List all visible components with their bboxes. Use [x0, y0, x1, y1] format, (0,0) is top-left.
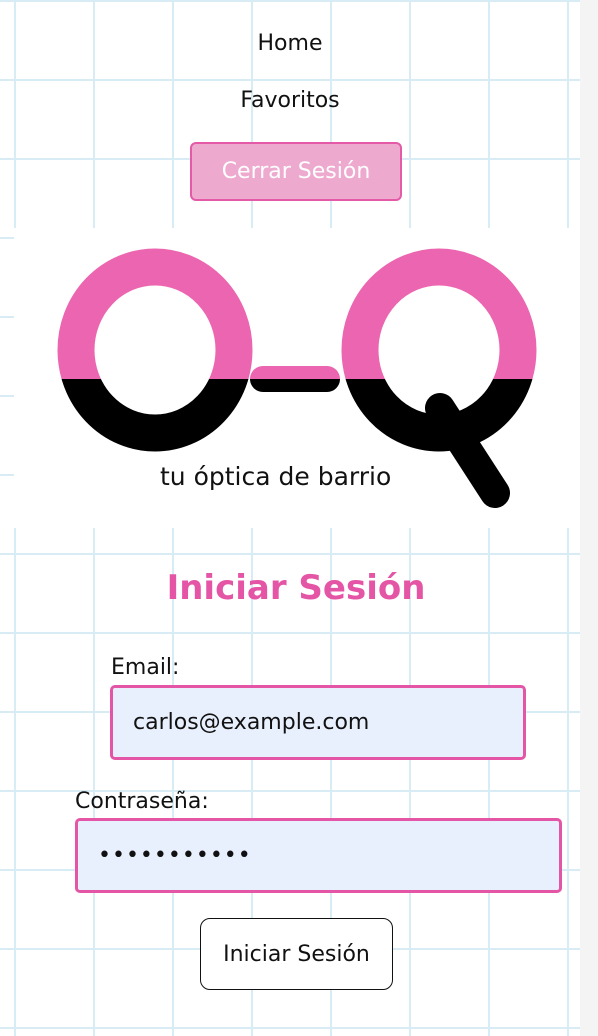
nav-favorites-link[interactable]: Favoritos [0, 87, 580, 115]
logout-button[interactable]: Cerrar Sesión [190, 142, 402, 201]
login-submit-button[interactable]: Iniciar Sesión [200, 918, 393, 990]
login-title: Iniciar Sesión [166, 568, 426, 608]
nav-home-link[interactable]: Home [0, 30, 580, 58]
email-field[interactable] [110, 685, 526, 760]
password-field[interactable] [75, 818, 562, 893]
top-nav: Home Favoritos Cerrar Sesión [0, 0, 580, 225]
logo-tagline: tu óptica de barrio [160, 462, 392, 491]
email-label: Email: [111, 655, 180, 680]
password-label: Contraseña: [75, 789, 209, 814]
